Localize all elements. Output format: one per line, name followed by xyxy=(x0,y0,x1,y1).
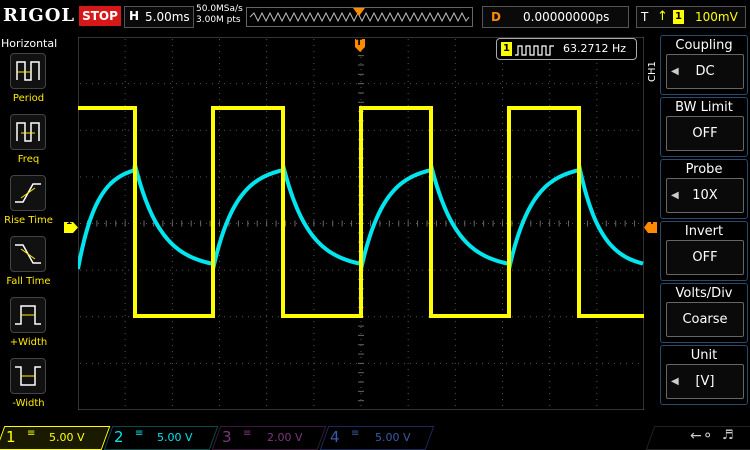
menu-channel-label: CH1 xyxy=(647,61,658,82)
measure-neg-width-label: -Width xyxy=(12,398,45,409)
invert-section[interactable]: Invert OFF xyxy=(660,221,748,281)
volts-div-value-field[interactable]: Coarse xyxy=(666,302,744,337)
probe-section[interactable]: Probe ◀ 10X xyxy=(660,159,748,219)
coupling-value: DC xyxy=(695,64,715,79)
timebase-box[interactable]: H 5.00ms xyxy=(124,6,194,28)
unit-section[interactable]: Unit ◀ [V] xyxy=(660,345,748,405)
period-icon xyxy=(10,53,46,89)
measure-pos-width-label: +Width xyxy=(9,337,48,348)
speaker-icon: ♬ xyxy=(722,428,734,443)
ch4-scale: 5.00 V xyxy=(375,431,411,444)
measure-rise-time-label: Rise Time xyxy=(4,215,53,226)
invert-header: Invert xyxy=(684,224,724,239)
ch2-number: 2 xyxy=(114,428,124,446)
delay-label: D xyxy=(491,10,501,24)
volts-div-section[interactable]: Volts/Div Coarse xyxy=(660,283,748,343)
frequency-readout[interactable]: 1 63.2712 Hz xyxy=(496,38,637,60)
coupling-header: Coupling xyxy=(675,38,733,53)
measure-fall-time-label: Fall Time xyxy=(6,276,51,287)
trigger-label: T xyxy=(641,10,649,24)
top-status-bar: RIGOL STOP H 5.00ms 50.0MSa/s 3.00M pts … xyxy=(0,0,750,33)
measure-menu: Horizontal Period Freq Rise Time Fall Ti… xyxy=(0,35,57,425)
neg-width-icon xyxy=(10,358,46,394)
unit-header: Unit xyxy=(690,348,718,363)
measure-freq-label: Freq xyxy=(17,154,40,165)
ch3-coupling-icon: ≡ xyxy=(243,428,252,439)
ch1-number: 1 xyxy=(6,428,16,446)
measure-period-label: Period xyxy=(12,93,45,104)
invert-value-field[interactable]: OFF xyxy=(666,240,744,275)
ch1-offset-label: 1 xyxy=(66,217,73,227)
frequency-value: 63.2712 Hz xyxy=(563,42,627,55)
acquisition-info: 50.0MSa/s 3.00M pts xyxy=(196,4,243,26)
readout-channel-badge: 1 xyxy=(501,42,512,56)
ch1-coupling-icon: ≡ xyxy=(27,428,36,439)
rising-edge-icon: ↑ xyxy=(657,9,668,24)
fall-time-icon xyxy=(10,236,46,272)
ch4-number: 4 xyxy=(330,428,340,446)
ch2-coupling-icon: ≡ xyxy=(135,428,144,439)
pos-width-icon xyxy=(10,297,46,333)
cycle-arrow-icon: ◀ xyxy=(671,190,679,201)
frequency-icon xyxy=(515,42,555,61)
ch3-number: 3 xyxy=(222,428,232,446)
bw-limit-header: BW Limit xyxy=(675,100,733,115)
ch3-scale: 2.00 V xyxy=(267,431,303,444)
trigger-level: 100mV xyxy=(695,10,738,24)
volts-div-value: Coarse xyxy=(682,312,728,327)
coupling-value-field[interactable]: ◀ DC xyxy=(666,54,744,89)
ch2-scale: 5.00 V xyxy=(157,431,193,444)
volts-div-header: Volts/Div xyxy=(675,286,733,301)
coupling-section[interactable]: Coupling ◀ DC xyxy=(660,35,748,95)
trigger-level-marker[interactable]: T xyxy=(644,217,657,233)
unit-value: [V] xyxy=(695,374,715,389)
bw-limit-value-field[interactable]: OFF xyxy=(666,116,744,151)
trigger-source: 1 xyxy=(673,10,684,24)
cycle-arrow-icon: ◀ xyxy=(671,376,679,387)
memory-depth: 3.00M pts xyxy=(196,15,241,25)
rise-time-icon xyxy=(10,175,46,211)
usb-icon: ←⚬ xyxy=(690,428,714,444)
measure-category-title: Horizontal xyxy=(1,37,58,50)
run-stop-indicator[interactable]: STOP xyxy=(79,6,121,26)
bw-limit-section[interactable]: BW Limit OFF xyxy=(660,97,748,157)
delay-box[interactable]: D 0.00000000ps xyxy=(482,6,629,28)
invert-value: OFF xyxy=(692,250,718,265)
channel-status-bar: 1 ≡ 5.00 V 2 ≡ 5.00 V 3 ≡ 2.00 V 4 ≡ 5.0… xyxy=(0,425,750,450)
trigger-time-marker-label: T xyxy=(356,38,363,48)
freq-icon xyxy=(10,114,46,150)
ch1-scale: 5.00 V xyxy=(49,431,85,444)
waveform-display[interactable] xyxy=(78,37,644,410)
brand-logo: RIGOL xyxy=(3,5,76,26)
probe-value: 10X xyxy=(692,188,718,203)
trigger-box[interactable]: T ↑ 1 100mV xyxy=(636,6,746,28)
unit-value-field[interactable]: ◀ [V] xyxy=(666,364,744,399)
trigger-position-marker xyxy=(353,8,365,16)
probe-header: Probe xyxy=(685,162,723,177)
sample-rate: 50.0MSa/s xyxy=(196,4,243,14)
probe-value-field[interactable]: ◀ 10X xyxy=(666,178,744,213)
delay-value: 0.00000000ps xyxy=(523,10,610,24)
channel-menu: Coupling ◀ DC BW Limit OFF Probe ◀ 10X I… xyxy=(657,35,750,407)
ch1-offset-marker[interactable]: 1 xyxy=(64,217,78,233)
trigger-time-marker[interactable]: T xyxy=(355,38,365,52)
trigger-level-marker-label: T xyxy=(649,217,656,227)
cycle-arrow-icon: ◀ xyxy=(671,66,679,77)
horizontal-label: H xyxy=(129,9,140,23)
bw-limit-value: OFF xyxy=(692,126,718,141)
timebase-value: 5.00ms xyxy=(145,10,190,24)
ch4-coupling-icon: ≡ xyxy=(351,428,360,439)
trigger-position-bar[interactable] xyxy=(246,7,473,27)
